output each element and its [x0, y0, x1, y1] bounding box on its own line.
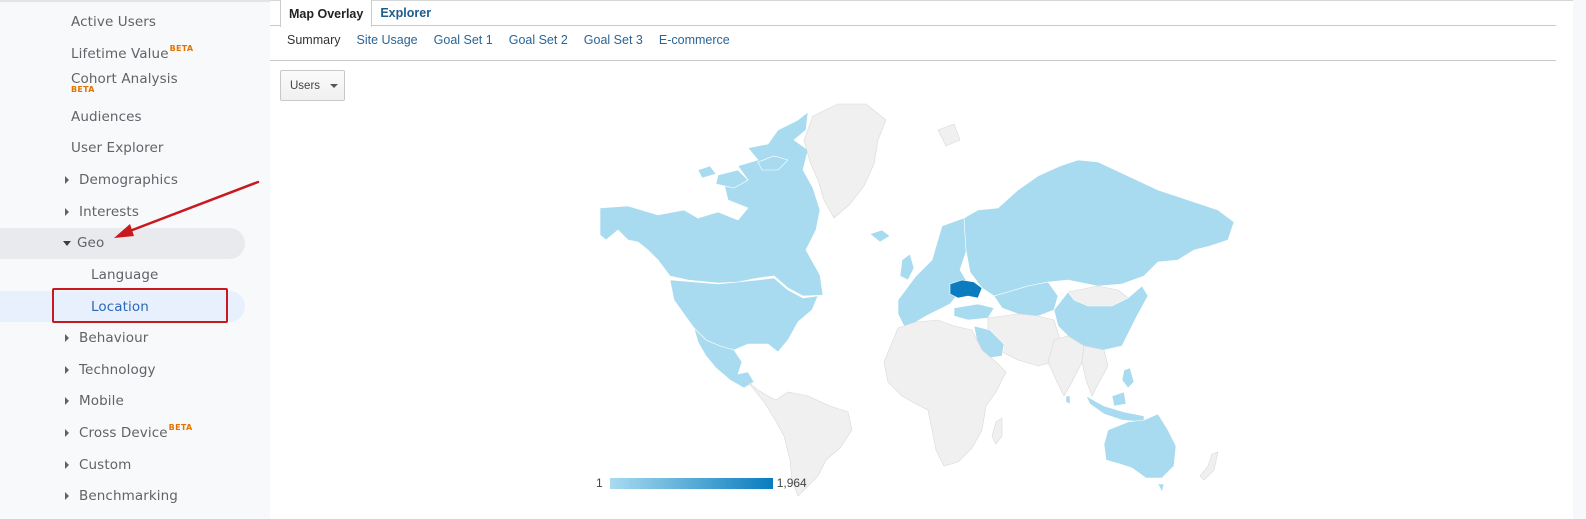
- caret-right-icon: [65, 366, 69, 374]
- sidebar-item-custom[interactable]: Custom: [0, 450, 131, 480]
- caret-right-icon: [65, 208, 69, 216]
- map-regions: [599, 103, 1235, 497]
- country-se-asia: [1081, 345, 1109, 397]
- subtab-site-usage[interactable]: Site Usage: [356, 33, 417, 47]
- divider: [270, 60, 1556, 61]
- sidebar-item-label: Behaviour: [79, 330, 149, 346]
- country-turkey[interactable]: [953, 303, 995, 321]
- sidebar-item-user-explorer[interactable]: User Explorer: [0, 133, 164, 163]
- caret-right-icon: [65, 176, 69, 184]
- beta-badge: BETA: [168, 422, 193, 432]
- metric-dropdown[interactable]: Users: [280, 70, 345, 101]
- divider: [270, 25, 1556, 26]
- sidebar-item-audiences[interactable]: Audiences: [0, 102, 142, 132]
- sidebar-nav: Active Users Lifetime Value BETA Cohort …: [0, 0, 270, 519]
- sidebar-item-language[interactable]: Language: [0, 260, 158, 290]
- subtab-ecommerce[interactable]: E-commerce: [659, 33, 730, 47]
- sidebar-item-geo[interactable]: Geo: [0, 228, 104, 258]
- country-russia[interactable]: [963, 159, 1235, 297]
- sidebar-item-label: Lifetime Value: [71, 46, 169, 62]
- caret-down-icon: [63, 240, 71, 246]
- caret-right-icon: [65, 429, 69, 437]
- caret-right-icon: [65, 461, 69, 469]
- sidebar-item-label: Cross Device: [79, 425, 168, 441]
- legend-gradient-bar: [609, 477, 773, 489]
- divider: [270, 0, 1573, 1]
- sidebar-item-benchmarking[interactable]: Benchmarking: [0, 481, 178, 511]
- country-svalbard: [937, 123, 961, 147]
- country-new-zealand: [1199, 451, 1219, 481]
- country-philippines[interactable]: [1121, 367, 1135, 389]
- caret-right-icon: [65, 334, 69, 342]
- country-uk[interactable]: [899, 253, 915, 281]
- sidebar-item-label: Benchmarking: [79, 488, 178, 504]
- caret-right-icon: [65, 397, 69, 405]
- sidebar-item-label: Language: [91, 267, 159, 283]
- legend-max-label: 1,964: [776, 476, 807, 490]
- tab-map-overlay[interactable]: Map Overlay: [280, 0, 373, 27]
- sidebar-item-cross-device[interactable]: Cross Device BETA: [0, 418, 192, 448]
- sidebar-item-label: Custom: [79, 457, 132, 473]
- location-highlight-box: [52, 288, 228, 323]
- tab-explorer[interactable]: Explorer: [372, 0, 439, 26]
- country-australia[interactable]: [1103, 413, 1177, 479]
- subtab-summary[interactable]: Summary: [287, 33, 340, 47]
- sidebar-item-label: User Explorer: [71, 140, 164, 156]
- sidebar-item-behaviour[interactable]: Behaviour: [0, 323, 148, 353]
- country-madagascar: [991, 417, 1003, 445]
- country-canada[interactable]: [599, 111, 824, 297]
- beta-badge: BETA: [169, 43, 194, 53]
- subtab-goal-set-3[interactable]: Goal Set 3: [584, 33, 643, 47]
- country-sri-lanka[interactable]: [1065, 395, 1071, 405]
- metric-group-tabs: Summary Site Usage Goal Set 1 Goal Set 2…: [287, 33, 746, 47]
- country-tasmania[interactable]: [1157, 483, 1165, 493]
- sidebar-item-technology[interactable]: Technology: [0, 355, 156, 385]
- chevron-down-icon: [330, 83, 339, 88]
- sidebar-item-label: Technology: [79, 362, 156, 378]
- view-tabs: Map Overlay Explorer: [280, 0, 439, 27]
- metric-dropdown-value: Users: [290, 79, 321, 92]
- subtab-goal-set-1[interactable]: Goal Set 1: [434, 33, 493, 47]
- country-indonesia[interactable]: [1085, 391, 1145, 423]
- country-india: [1047, 335, 1085, 397]
- subtab-goal-set-2[interactable]: Goal Set 2: [509, 33, 568, 47]
- sidebar-item-mobile[interactable]: Mobile: [0, 386, 124, 416]
- legend-min-label: 1: [596, 476, 603, 490]
- annotation-arrow-icon: [114, 180, 260, 238]
- sidebar-item-active-users[interactable]: Active Users: [0, 7, 156, 37]
- analytics-page: Active Users Lifetime Value BETA Cohort …: [0, 0, 1586, 519]
- scrollbar-gutter: [1573, 0, 1586, 519]
- map-legend: 1 1,964: [596, 476, 807, 490]
- country-ukraine[interactable]: [949, 279, 983, 299]
- sidebar-item-label: Audiences: [71, 109, 142, 125]
- caret-right-icon: [65, 492, 69, 500]
- world-map: [599, 103, 1235, 497]
- beta-badge: BETA: [71, 85, 95, 94]
- sidebar-item-label: Mobile: [79, 393, 124, 409]
- sidebar-item-label: Active Users: [71, 14, 157, 30]
- country-iceland[interactable]: [869, 229, 891, 243]
